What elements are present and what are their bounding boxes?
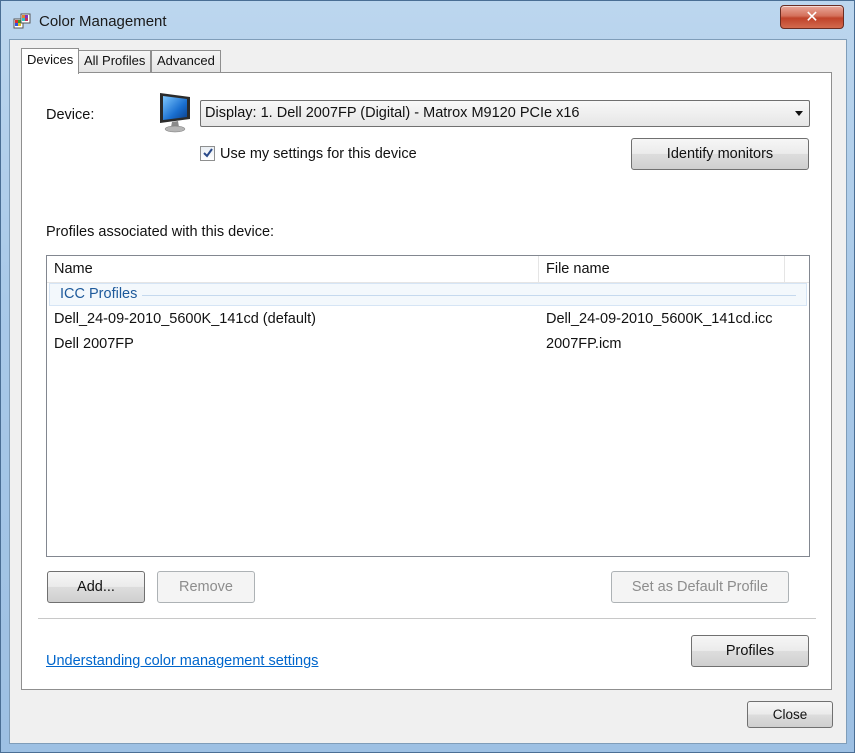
- device-dropdown[interactable]: Display: 1. Dell 2007FP (Digital) - Matr…: [200, 100, 810, 127]
- group-label: ICC Profiles: [60, 286, 138, 302]
- profile-file: 2007FP.icm: [546, 336, 622, 352]
- profile-file: Dell_24-09-2010_5600K_141cd.icc: [546, 311, 773, 327]
- list-item[interactable]: Dell_24-09-2010_5600K_141cd (default) De…: [47, 309, 809, 333]
- remove-button[interactable]: Remove: [157, 571, 255, 603]
- window-title: Color Management: [39, 13, 167, 30]
- column-header-name[interactable]: Name: [47, 256, 539, 282]
- tab-devices[interactable]: Devices: [21, 48, 80, 74]
- divider: [38, 618, 816, 619]
- device-label: Device:: [46, 107, 95, 123]
- profile-name: Dell_24-09-2010_5600K_141cd (default): [54, 311, 316, 327]
- window-close-button[interactable]: ✕: [780, 5, 844, 29]
- monitor-icon: [160, 93, 190, 133]
- close-button[interactable]: Close: [747, 701, 833, 728]
- group-divider: [142, 295, 796, 296]
- list-header: Name File name: [47, 256, 809, 283]
- add-button[interactable]: Add...: [47, 571, 145, 603]
- use-my-settings-checkbox[interactable]: [200, 146, 215, 161]
- checkmark-icon: [203, 148, 213, 158]
- profiles-label: Profiles associated with this device:: [46, 224, 275, 240]
- group-header-icc-profiles[interactable]: ICC Profiles: [49, 283, 807, 306]
- list-item[interactable]: Dell 2007FP 2007FP.icm: [47, 334, 809, 358]
- understanding-color-management-link[interactable]: Understanding color management settings: [46, 653, 318, 669]
- dropdown-arrow-icon[interactable]: [795, 111, 803, 116]
- tab-advanced[interactable]: Advanced: [151, 50, 221, 72]
- device-dropdown-value: Display: 1. Dell 2007FP (Digital) - Matr…: [205, 105, 580, 121]
- column-header-file-name[interactable]: File name: [539, 256, 785, 282]
- profiles-list[interactable]: Name File name ICC Profiles Dell_24-09-2…: [46, 255, 810, 557]
- devices-panel: Device: Display: 1. Dell 2007FP (Digital…: [21, 72, 832, 690]
- set-default-profile-button[interactable]: Set as Default Profile: [611, 571, 789, 603]
- profile-name: Dell 2007FP: [54, 336, 134, 352]
- title-bar[interactable]: Color Management ✕: [1, 1, 854, 41]
- color-management-icon: [13, 13, 31, 29]
- profiles-button[interactable]: Profiles: [691, 635, 809, 667]
- identify-monitors-button[interactable]: Identify monitors: [631, 138, 809, 170]
- tab-all-profiles[interactable]: All Profiles: [78, 50, 152, 72]
- window-frame: Color Management ✕ Devices All Profiles …: [0, 0, 855, 753]
- client-area: Devices All Profiles Advanced Device: Di…: [9, 39, 847, 744]
- use-my-settings-label[interactable]: Use my settings for this device: [220, 146, 417, 162]
